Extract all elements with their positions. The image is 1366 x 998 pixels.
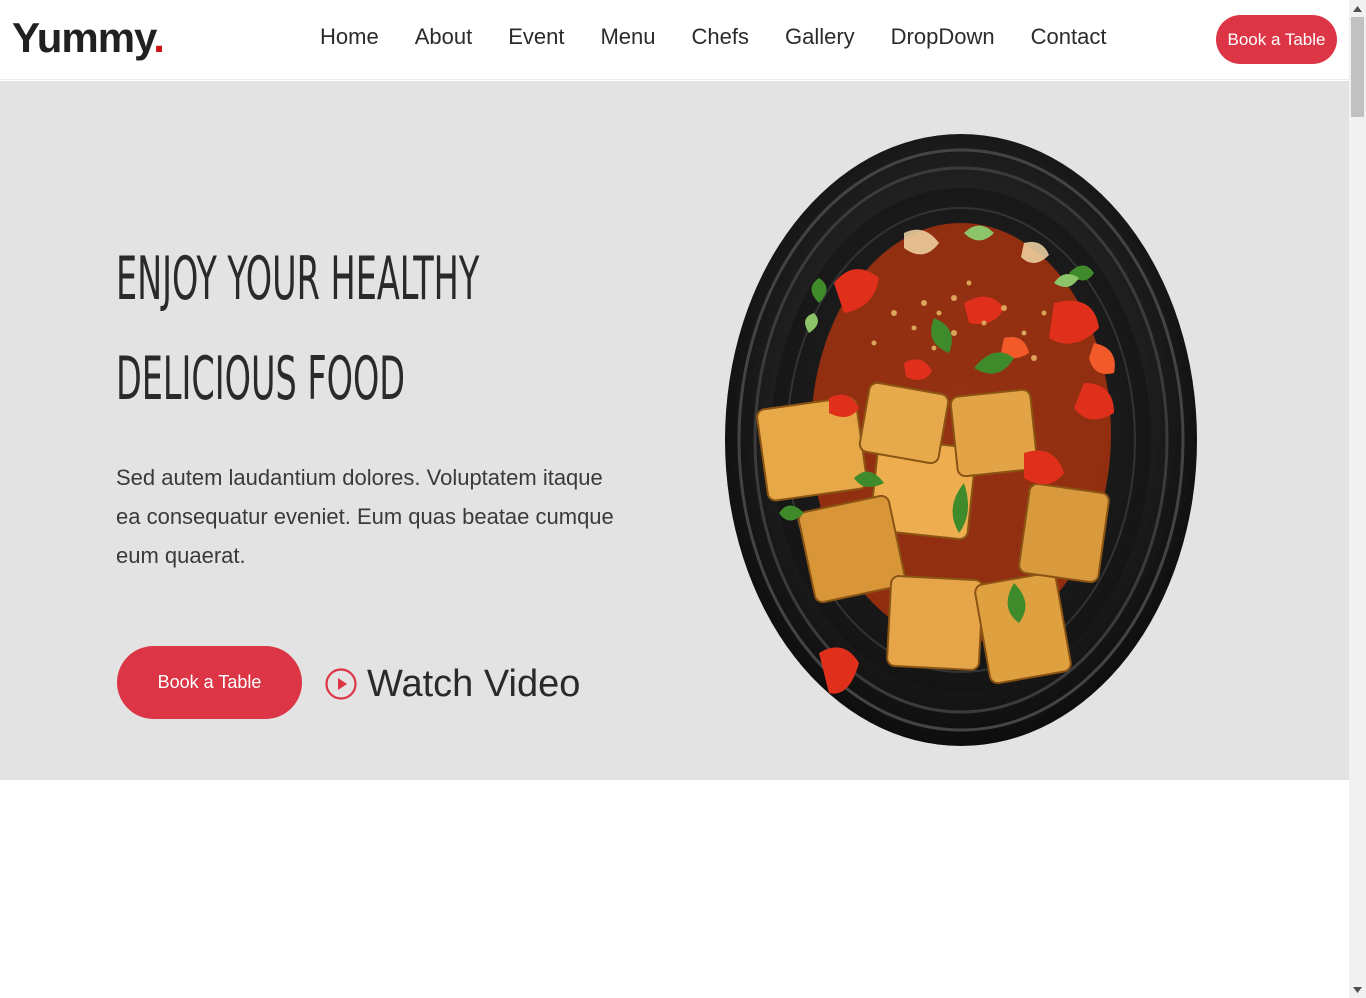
- hero-book-table-button[interactable]: Book a Table: [117, 646, 302, 719]
- site-header: Yummy. Home About Event Menu Chefs Galle…: [0, 0, 1349, 80]
- watch-video-link[interactable]: Watch Video: [325, 659, 580, 709]
- nav-item-about[interactable]: About: [415, 20, 473, 54]
- watch-video-label: Watch Video: [367, 663, 581, 705]
- nav-item-menu[interactable]: Menu: [600, 20, 655, 54]
- hero-description: Sed autem laudantium dolores. Voluptatem…: [116, 465, 614, 568]
- nav-item-contact[interactable]: Contact: [1031, 20, 1107, 54]
- scroll-down-icon[interactable]: [1349, 981, 1366, 998]
- play-circle-icon: [325, 668, 357, 700]
- nav-item-chefs[interactable]: Chefs: [692, 20, 749, 54]
- logo[interactable]: Yummy.: [12, 12, 165, 64]
- food-dish-image: [725, 134, 1197, 746]
- scroll-up-icon[interactable]: [1349, 0, 1366, 17]
- nav-item-event[interactable]: Event: [508, 20, 564, 54]
- scrollbar-thumb[interactable]: [1351, 17, 1364, 117]
- nav-item-gallery[interactable]: Gallery: [785, 20, 855, 54]
- header-book-table-button[interactable]: Book a Table: [1216, 15, 1337, 64]
- logo-dot: .: [153, 14, 165, 61]
- nav-item-home[interactable]: Home: [320, 20, 379, 54]
- scrollbar[interactable]: [1349, 0, 1366, 998]
- page: Yummy. Home About Event Menu Chefs Galle…: [0, 0, 1366, 998]
- nav-item-dropdown[interactable]: DropDown: [891, 20, 995, 54]
- logo-text: Yummy: [12, 14, 154, 61]
- hero-title: Enjoy Your Healthy Delicious Food: [116, 244, 480, 414]
- main-nav: Home About Event Menu Chefs Gallery Drop…: [320, 20, 1142, 54]
- hero-section: Enjoy Your Healthy Delicious Food Sed au…: [0, 81, 1349, 780]
